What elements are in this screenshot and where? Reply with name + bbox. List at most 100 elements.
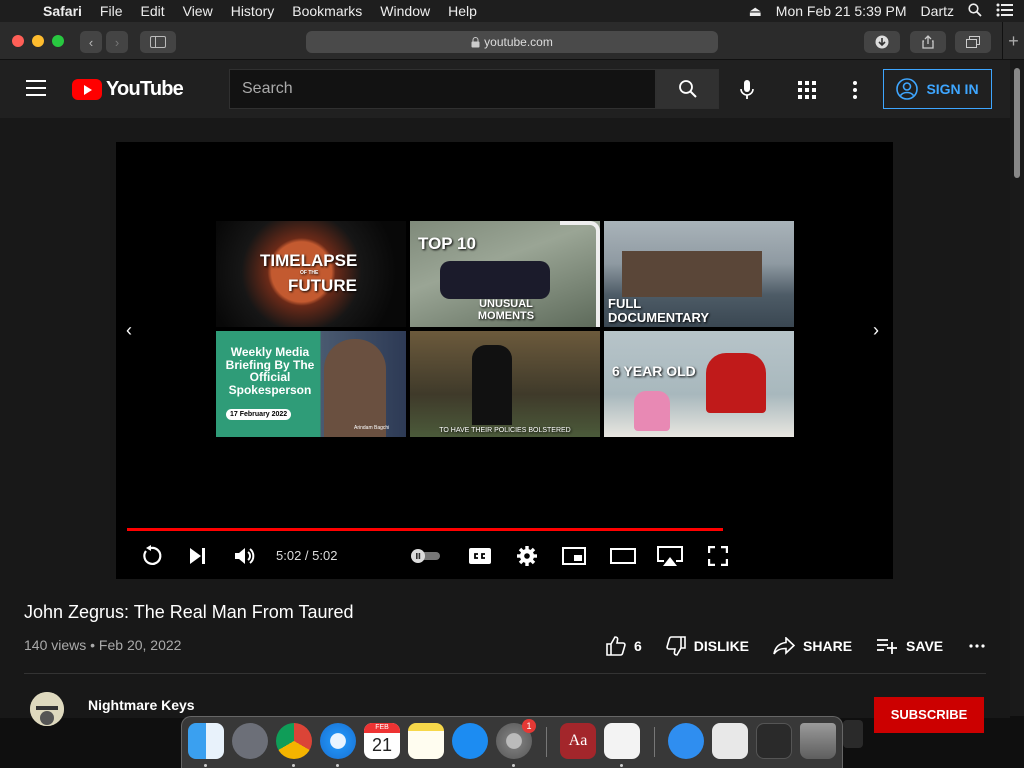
- video-meta: 140 views • Feb 20, 2022: [24, 637, 182, 653]
- video-player[interactable]: ‹ › TIMELAPSE OF THE FUTURE TOP 10 UNUSU…: [116, 142, 893, 579]
- clock[interactable]: Mon Feb 21 5:39 PM: [776, 3, 907, 19]
- eject-icon[interactable]: ⏏: [749, 3, 762, 20]
- trash-icon[interactable]: [800, 723, 836, 759]
- forward-button[interactable]: ›: [106, 31, 128, 53]
- share-button[interactable]: [910, 31, 946, 53]
- finder-running-indicator: [204, 764, 207, 767]
- settings-button[interactable]: [516, 544, 538, 568]
- document-stack-icon[interactable]: [712, 723, 748, 759]
- like-button[interactable]: 6: [606, 636, 642, 656]
- endscreen-video-3[interactable]: FULL DOCUMENTARY: [604, 221, 794, 327]
- volume-icon: [235, 548, 255, 564]
- settings-menu-button[interactable]: [843, 78, 867, 102]
- spotlight-search-icon[interactable]: [968, 2, 982, 20]
- safari-running-indicator: [336, 764, 339, 767]
- zoom-window-button[interactable]: [52, 35, 64, 47]
- menubar-status: ⏏ Mon Feb 21 5:39 PM Dartz: [749, 0, 1014, 22]
- subscribe-button[interactable]: SUBSCRIBE: [874, 697, 984, 733]
- finder-icon[interactable]: [188, 723, 224, 759]
- boy-red-shirt-image: [706, 353, 766, 413]
- save-label: SAVE: [906, 638, 944, 654]
- share-video-button[interactable]: SHARE: [773, 637, 852, 655]
- subtitles-button[interactable]: [468, 544, 492, 568]
- channel-avatar[interactable]: [30, 692, 64, 726]
- new-tab-button[interactable]: +: [1002, 22, 1024, 60]
- search-button[interactable]: [656, 69, 719, 109]
- chrome-icon[interactable]: [276, 723, 312, 759]
- sidebar-toggle-button[interactable]: [140, 31, 176, 53]
- menu-history[interactable]: History: [222, 3, 284, 19]
- search-icon: [678, 80, 697, 98]
- subscribe-label: SUBSCRIBE: [890, 707, 968, 722]
- endscreen-video-4-date: 17 February 2022: [226, 409, 292, 420]
- time-display: 5:02 / 5:02: [276, 548, 338, 563]
- theater-mode-button[interactable]: [610, 544, 636, 568]
- calendar-month: FEB: [364, 723, 400, 733]
- launchpad-icon[interactable]: [232, 723, 268, 759]
- race-car-image: [440, 261, 550, 299]
- next-video-button[interactable]: [188, 544, 208, 568]
- chevron-left-icon: ‹: [88, 34, 94, 50]
- menu-help[interactable]: Help: [439, 3, 486, 19]
- dictionary-icon[interactable]: Aa: [560, 723, 596, 759]
- end-screen-grid: TIMELAPSE OF THE FUTURE TOP 10 UNUSUAL M…: [216, 221, 794, 437]
- menu-bookmarks[interactable]: Bookmarks: [283, 3, 371, 19]
- system-preferences-running-indicator: [512, 764, 515, 767]
- menu-view[interactable]: View: [174, 3, 222, 19]
- channel-name[interactable]: Nightmare Keys: [88, 697, 195, 713]
- download-icon: [875, 35, 889, 49]
- close-window-button[interactable]: [12, 35, 24, 47]
- endscreen-video-6-caption: 6 YEAR OLD: [612, 363, 696, 379]
- mute-button[interactable]: [234, 544, 256, 568]
- calendar-icon[interactable]: FEB 21: [364, 723, 400, 759]
- address-bar[interactable]: youtube.com: [306, 31, 718, 53]
- more-actions-button[interactable]: [969, 644, 985, 648]
- menu-edit[interactable]: Edit: [131, 3, 173, 19]
- scrollbar-thumb[interactable]: [1014, 68, 1020, 178]
- endscreen-video-1[interactable]: TIMELAPSE OF THE FUTURE: [216, 221, 406, 327]
- guide-menu-icon[interactable]: [26, 80, 46, 101]
- user-name[interactable]: Dartz: [921, 3, 954, 19]
- player-controls: 5:02 / 5:02: [116, 540, 893, 572]
- sign-in-button[interactable]: SIGN IN: [883, 69, 992, 109]
- save-to-playlist-button[interactable]: SAVE: [876, 638, 943, 654]
- minimize-window-button[interactable]: [32, 35, 44, 47]
- youtube-logo[interactable]: YouTube: [72, 78, 184, 101]
- apps-button[interactable]: [795, 78, 819, 102]
- back-button[interactable]: ‹: [80, 31, 102, 53]
- textedit-icon[interactable]: [604, 723, 640, 759]
- tabs-icon: [966, 36, 980, 48]
- control-center-icon[interactable]: [996, 3, 1014, 20]
- chrome-window-minimized-icon[interactable]: [756, 723, 792, 759]
- calendar-day: 21: [371, 735, 393, 755]
- endscreen-video-5[interactable]: TO HAVE THEIR POLICIES BOLSTERED: [410, 331, 600, 437]
- menu-file[interactable]: File: [91, 3, 132, 19]
- safari-icon[interactable]: [320, 723, 356, 759]
- replay-button[interactable]: [140, 544, 162, 568]
- safari-toolbar: ‹ › youtube.com +: [0, 22, 1024, 60]
- endscreen-video-2[interactable]: TOP 10 UNUSUAL MOMENTS: [410, 221, 600, 327]
- autoplay-toggle[interactable]: [410, 544, 442, 568]
- miniplayer-button[interactable]: [562, 544, 586, 568]
- endscreen-prev-arrow-icon[interactable]: ‹: [126, 320, 132, 341]
- airplay-icon: [657, 546, 683, 566]
- endscreen-video-6[interactable]: 6 YEAR OLD: [604, 331, 794, 437]
- voice-search-button[interactable]: [735, 78, 759, 102]
- menu-app-safari[interactable]: Safari: [34, 3, 91, 19]
- applications-folder-icon[interactable]: [668, 723, 704, 759]
- more-vertical-icon: [853, 81, 857, 99]
- endscreen-next-arrow-icon[interactable]: ›: [873, 320, 879, 341]
- notes-icon[interactable]: [408, 723, 444, 759]
- endscreen-video-4[interactable]: Weekly Media Briefing By The Official Sp…: [216, 331, 406, 437]
- dislike-button[interactable]: DISLIKE: [666, 636, 749, 656]
- window-controls: [12, 35, 64, 47]
- page-scrollbar[interactable]: [1010, 60, 1024, 716]
- progress-bar[interactable]: [127, 528, 724, 531]
- airplay-button[interactable]: [656, 544, 684, 568]
- menu-window[interactable]: Window: [371, 3, 439, 19]
- downloads-button[interactable]: [864, 31, 900, 53]
- search-input[interactable]: Search: [229, 69, 656, 109]
- app-store-icon[interactable]: [452, 723, 488, 759]
- tab-overview-button[interactable]: [955, 31, 991, 53]
- fullscreen-button[interactable]: [708, 544, 728, 568]
